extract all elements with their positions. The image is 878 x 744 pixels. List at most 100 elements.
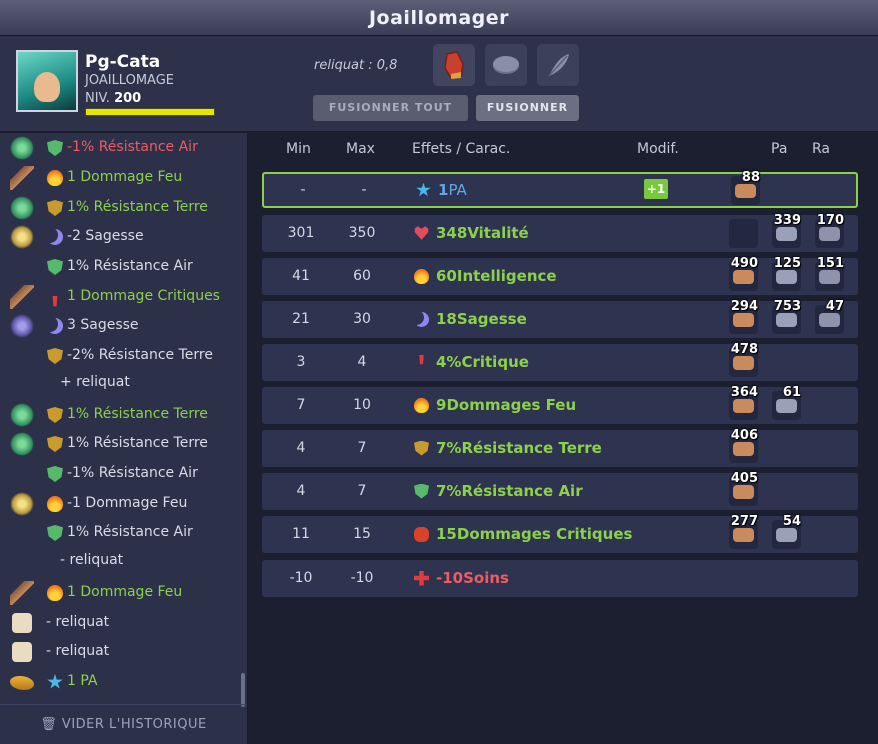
effect-value: 7% [436,482,462,500]
rune-pa-slot[interactable]: 490 [729,256,758,291]
rune-ra-slot[interactable]: 753 [772,299,801,334]
rune-quantity: 339 [773,213,801,228]
effect-row[interactable]: 4 7 7% Résistance Terre 406 [262,428,858,467]
effect-row[interactable]: 301 350 348 Vitalité 339 170 [262,213,858,252]
history-list[interactable]: -1% Résistance Air 1 Dommage Feu 1% Résist… [0,133,240,703]
effect-name: Critique [461,353,529,371]
rune-pa-slot[interactable]: 294 [729,299,758,334]
shield-air-icon [47,140,63,156]
header-modif: Modif. [637,141,679,157]
effect-row[interactable]: 41 60 60 Intelligence 490 125 151 [262,256,858,295]
effect-row[interactable]: 21 30 18 Sagesse 294 753 47 [262,299,858,338]
player-level: NIV. 200 [85,91,141,106]
rune-quantity: 405 [730,471,758,486]
wood-item-icon [10,166,34,190]
history-text: 1% Résistance Air [67,524,193,540]
row-max: 10 [353,397,371,413]
rune-x3-slot[interactable]: 170 [815,213,844,248]
level-label: NIV. [85,91,110,106]
effect-row[interactable]: 11 15 15 Dommages Critiques 277 54 [262,514,858,553]
fuse-all-button[interactable]: FUSIONNER TOUT [313,95,468,121]
shield-earth-icon [47,348,63,364]
effect-row[interactable]: 4 7 7% Résistance Air 405 [262,471,858,510]
rune-quantity: 490 [730,256,758,271]
history-row: 1 PA [0,667,240,697]
effect-row[interactable]: 7 10 9 Dommages Feu 364 61 [262,385,858,424]
gold-item-icon [10,225,34,249]
gold-item-icon [10,492,34,516]
rune-x3-slot[interactable]: 47 [815,299,844,334]
feather-slot[interactable] [537,44,579,86]
rune-pa-slot[interactable]: 478 [729,342,758,377]
clear-history-button[interactable]: 🗑 VIDER L'HISTORIQUE [0,704,247,744]
row-max: -10 [350,570,374,586]
effect-value: -10 [436,569,464,587]
row-effect: 348 Vitalité [414,224,529,242]
rune-icon [733,313,754,327]
effect-row[interactable]: - - 1 PA +1 88 [262,170,858,208]
rune-quantity: 88 [741,170,760,185]
history-row: 1 Dommage Feu [0,163,240,193]
reliquat-text: reliquat : 0,8 [314,58,398,73]
effect-name: Résistance Air [461,482,583,500]
fuse-button[interactable]: FUSIONNER [476,95,579,121]
effect-name: Dommages Feu [446,396,577,414]
player-header: Pg-Cata JOAILLOMAGE NIV. 200 reliquat : … [0,36,878,132]
effect-value: 9 [436,396,447,414]
rune-pa-slot[interactable]: 277 [729,514,758,549]
row-max: 4 [357,354,367,370]
history-row: -2% Résistance Terre [0,341,240,371]
history-panel: -1% Résistance Air 1 Dommage Feu 1% Résist… [0,133,248,744]
history-text: 1 Dommage Critiques [67,288,220,304]
shield-air-icon [47,259,63,275]
item-slot[interactable] [433,44,475,86]
rune-icon [733,270,754,284]
history-scrollbar[interactable] [241,673,245,707]
header-effects: Effets / Carac. [412,141,511,157]
rune-pa-slot[interactable]: 364 [729,385,758,420]
history-row: -1% Résistance Air [0,133,240,163]
row-min: 301 [287,225,315,241]
rune-ra-slot[interactable]: 54 [772,514,801,549]
fire-icon [414,397,429,413]
rune-icon [733,356,754,370]
rune-pa-slot[interactable]: 88 [731,170,760,205]
rune-slot[interactable] [485,44,527,86]
history-row: 1% Résistance Terre [0,400,240,430]
rune-ra-slot[interactable]: 339 [772,213,801,248]
rune-pa-slot[interactable] [729,219,758,248]
rune-pa-slot[interactable]: 406 [729,428,758,463]
effect-row[interactable]: 3 4 4% Critique 478 [262,342,858,381]
avatar [16,50,78,112]
effect-value: 1 [438,181,449,199]
level-value: 200 [114,91,142,106]
wood-item-icon [10,581,34,605]
shield-air-icon [47,466,63,482]
effect-name: Soins [463,569,509,587]
crit-icon [419,354,424,365]
history-row: 3 Sagesse [0,311,240,341]
dice-item-icon [12,642,32,662]
rune-ra-slot[interactable]: 125 [772,256,801,291]
effect-value: 348 [436,224,468,242]
rune-x3-slot[interactable]: 151 [815,256,844,291]
row-max: - [361,182,367,198]
effect-value: 7% [436,439,462,457]
green-rune-item-icon [10,403,34,427]
row-effect: 60 Intelligence [414,267,557,285]
rune-pa-slot[interactable]: 405 [729,471,758,506]
effect-row[interactable]: -10 -10 -10 Soins [262,560,858,597]
header-pa: Pa [771,141,788,157]
dice-item-icon [12,613,32,633]
red-glove-icon [444,51,464,79]
history-text: + reliquat [60,374,130,390]
rune-quantity: 47 [825,299,844,314]
row-min: -10 [289,570,313,586]
rune-ra-slot[interactable]: 61 [772,385,801,420]
effect-value: 18 [436,310,457,328]
history-row: 1% Résistance Terre [0,193,240,223]
player-class: JOAILLOMAGE [85,73,174,88]
row-min: 21 [292,311,310,327]
history-text: 1% Résistance Terre [67,406,208,422]
shield-earth-icon [47,407,63,423]
